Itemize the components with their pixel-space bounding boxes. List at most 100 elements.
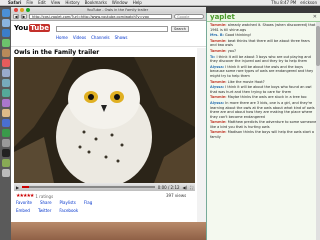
nav-channels[interactable]: Channels (91, 35, 110, 40)
video-actions: Favorite Share Playlists Flag (16, 200, 92, 205)
menu-window[interactable]: Window (112, 0, 128, 5)
chat-message: Alyssa: I think it will be about the boy… (210, 85, 317, 94)
system-preferences-icon[interactable] (1, 139, 10, 147)
chat-author: Tammie: (210, 48, 227, 53)
back-button[interactable]: ◀ (13, 14, 19, 19)
chat-log[interactable]: Tammie: already watched it. Shows (when … (207, 22, 320, 142)
excel-icon[interactable] (1, 129, 10, 137)
mail-icon[interactable] (1, 19, 10, 27)
yaplet-panel: yaplet ✕ Tammie: already watched it. Sho… (206, 13, 320, 240)
scrollbar-thumb[interactable] (316, 26, 320, 66)
menu-edit[interactable]: Edit (38, 0, 46, 5)
menu-bookmarks[interactable]: Bookmarks (85, 0, 107, 5)
menu-app-name[interactable]: Safari (8, 0, 21, 5)
address-book-icon[interactable] (1, 49, 10, 57)
favorite-link[interactable]: Favorite (16, 200, 32, 205)
youtube-nav: Home Videos Channels Shows (56, 35, 128, 40)
safari-icon[interactable] (1, 29, 10, 37)
forward-button[interactable]: ▶ (21, 14, 27, 19)
menubar: Safari File Edit View History Bookmarks … (0, 0, 320, 6)
google-search-field[interactable]: Google (174, 14, 204, 19)
chat-author: Alyssa: (210, 85, 225, 90)
dock (0, 7, 11, 240)
time-display: 0:00 / 2:12 (157, 184, 180, 190)
share-link[interactable]: Share (40, 200, 52, 205)
chat-message: Alyssa: In more there are 3 kids, one is… (210, 101, 317, 119)
iphoto-icon[interactable] (1, 89, 10, 97)
chat-message: Alyssa: I think it will be about the owl… (210, 65, 317, 79)
youtube-logo[interactable]: You Tube (14, 24, 50, 32)
hand-in-foreground (11, 222, 206, 240)
zoom-window-button[interactable] (26, 8, 30, 12)
playlists-link[interactable]: Playlists (60, 200, 76, 205)
chat-message: Tammie: beat thinks that there will be a… (210, 39, 317, 48)
window-title: YouTube - Owls in the Family trailer (86, 8, 149, 12)
close-window-button[interactable] (14, 8, 18, 12)
chat-text: Like the movie Hoot? (227, 79, 265, 84)
rating-row: ★★★★★ 1 ratings (16, 193, 53, 199)
chat-text: I think it will be about 3 boys who are … (210, 54, 311, 64)
yaplet-logo: yaplet (210, 13, 235, 21)
dictionary-icon[interactable] (1, 159, 10, 167)
progress-fill (22, 186, 29, 188)
preview-icon[interactable] (1, 69, 10, 77)
nav-home[interactable]: Home (56, 35, 68, 40)
video-player[interactable] (14, 57, 195, 183)
chat-author: Alyssa: (210, 64, 225, 69)
flag-link[interactable]: Flag (84, 200, 92, 205)
chat-message: Tammie: Maybe thinks the owls are stuck … (210, 95, 317, 100)
twitter-link[interactable]: Twitter (38, 208, 51, 213)
chat-author: Alyssa: (210, 100, 225, 105)
chat-author: Tc: (210, 54, 216, 59)
ichat-icon[interactable] (1, 39, 10, 47)
chat-author: Tammie: (210, 120, 227, 125)
chat-message: Tammie: Like the movie Hoot? (210, 80, 317, 85)
owl-video-frame (14, 57, 195, 183)
chat-author: Mrs. B: (210, 33, 224, 38)
rating-stars[interactable]: ★★★★★ (16, 193, 34, 199)
related-videos-strip (197, 48, 206, 240)
video-controls: ▶ 0:00 / 2:12 ◀) ⛶ (14, 183, 195, 191)
chat-message: Mrs. B: Good thinking! (210, 33, 317, 38)
menu-file[interactable]: File (26, 0, 33, 5)
chat-author: Tammie: (210, 23, 227, 27)
chat-text: Maybe thinks the owls are stuck in a tre… (227, 95, 307, 100)
logo-you: You (14, 24, 29, 32)
finder-icon[interactable] (1, 9, 10, 17)
imovie-icon[interactable] (1, 99, 10, 107)
itunes-icon[interactable] (1, 79, 10, 87)
embed-link[interactable]: Embed (16, 208, 30, 213)
fullscreen-button[interactable]: ⛶ (190, 185, 193, 190)
menu-help[interactable]: Help (133, 0, 142, 5)
rating-count: 1 ratings (35, 193, 54, 199)
nav-videos[interactable]: Videos (73, 35, 86, 40)
menu-view[interactable]: View (51, 0, 61, 5)
play-button[interactable]: ▶ (16, 185, 19, 190)
menubar-clock[interactable]: Thu 8:47 PM (271, 0, 296, 5)
trash-icon[interactable] (1, 169, 10, 177)
youtube-search-input[interactable] (56, 26, 168, 32)
terminal-icon[interactable] (1, 149, 10, 157)
garageband-icon[interactable] (1, 109, 10, 117)
menu-history[interactable]: History (65, 0, 79, 5)
facebook-link[interactable]: Facebook (59, 208, 78, 213)
minimize-window-button[interactable] (20, 8, 24, 12)
chat-message: Tammie: Matthew predicts the adventure t… (210, 120, 317, 129)
nav-shows[interactable]: Shows (115, 35, 128, 40)
logo-tube: Tube (29, 24, 50, 32)
chat-text: you? (227, 48, 236, 53)
chat-message: Tammie: already watched it. Shows (when … (210, 23, 317, 32)
address-bar[interactable]: http://cgsi.yaplet.com/?url=http://www.y… (29, 14, 172, 19)
ical-icon[interactable] (1, 59, 10, 67)
chat-text: In more there are 3 kids, one is a girl,… (210, 100, 315, 119)
browser-toolbar: ◀ ▶ http://cgsi.yaplet.com/?url=http://w… (11, 13, 206, 21)
youtube-search-button[interactable]: Search (171, 26, 189, 32)
chat-message: Tammie: you? (210, 49, 317, 54)
video-progress-bar[interactable] (22, 186, 155, 188)
close-icon[interactable]: ✕ (313, 14, 317, 20)
chat-scrollbar[interactable] (316, 22, 320, 240)
volume-button[interactable]: ◀) (183, 185, 188, 190)
share-actions: Embed Twitter Facebook (16, 208, 78, 213)
word-icon[interactable] (1, 119, 10, 127)
menubar-user[interactable]: erickson (300, 0, 317, 5)
